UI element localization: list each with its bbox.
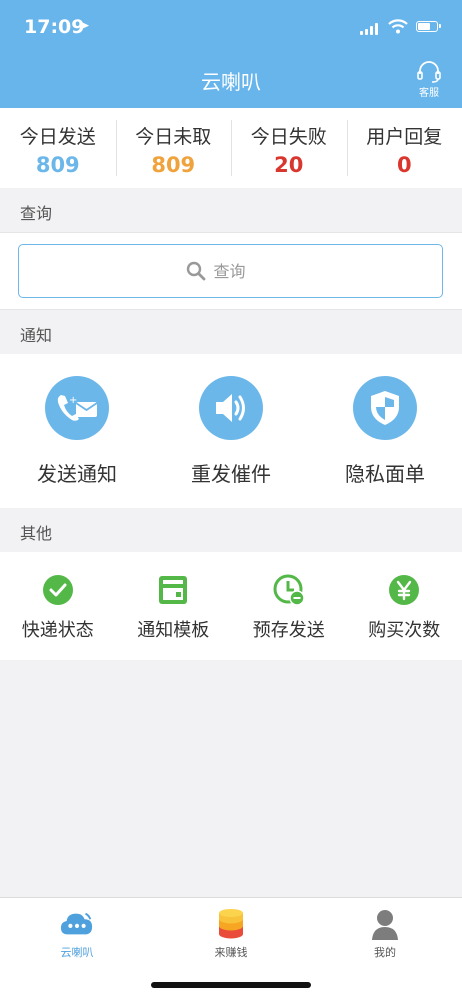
cloud-speaker-icon xyxy=(60,907,94,941)
other-label: 预存发送 xyxy=(252,620,325,641)
other-label: 快递状态 xyxy=(21,620,94,641)
stat-today-sent[interactable]: 今日发送 809 xyxy=(0,108,116,188)
other-panel: 快递状态 通知模板 预存发送 购买次数 xyxy=(0,552,462,660)
check-circle-icon xyxy=(42,574,74,606)
status-bar: 17:09 ➤ xyxy=(0,0,462,56)
service-label: 客服 xyxy=(419,88,439,99)
tab-label: 云喇叭 xyxy=(60,946,94,959)
headset-icon xyxy=(417,61,441,83)
user-icon xyxy=(368,907,402,941)
stat-value: 809 xyxy=(151,153,196,177)
resend-reminder-button[interactable]: 重发催件 xyxy=(154,354,308,508)
section-label-other: 其他 xyxy=(20,524,53,543)
search-icon xyxy=(186,261,206,281)
notify-label: 重发催件 xyxy=(191,462,271,486)
yen-icon xyxy=(388,574,420,606)
tab-label: 我的 xyxy=(374,946,396,959)
status-time: 17:09 xyxy=(24,16,85,38)
coins-icon xyxy=(214,907,248,941)
delivery-status-button[interactable]: 快递状态 xyxy=(0,552,116,660)
buy-credits-button[interactable]: 购买次数 xyxy=(347,552,462,660)
privacy-waybill-button[interactable]: 隐私面单 xyxy=(308,354,462,508)
stat-value: 20 xyxy=(274,153,304,177)
location-arrow-icon: ➤ xyxy=(78,18,90,34)
signal-icon xyxy=(360,22,382,35)
tab-mine[interactable]: 我的 xyxy=(308,898,462,1000)
other-label: 通知模板 xyxy=(137,620,210,641)
speaker-icon xyxy=(199,376,263,440)
stat-user-replies[interactable]: 用户回复 0 xyxy=(346,108,462,188)
customer-service-button[interactable]: 客服 xyxy=(412,60,446,99)
stat-value: 0 xyxy=(396,153,412,177)
tab-yunlaba[interactable]: 云喇叭 xyxy=(0,898,154,1000)
wifi-icon xyxy=(388,19,408,34)
app-header: 17:09 ➤ 云喇叭 客服 xyxy=(0,0,462,108)
search-input[interactable] xyxy=(211,260,276,282)
send-notice-button[interactable]: + 发送通知 xyxy=(0,354,154,508)
notice-template-button[interactable]: 通知模板 xyxy=(116,552,232,660)
stat-label: 用户回复 xyxy=(366,126,443,148)
home-indicator[interactable] xyxy=(151,982,311,988)
section-label-notify: 通知 xyxy=(20,326,53,345)
search-box[interactable] xyxy=(18,244,443,298)
search-section xyxy=(0,232,462,310)
stat-label: 今日失败 xyxy=(250,126,327,148)
stats-panel: 今日发送 809 今日未取 809 今日失败 20 用户回复 0 xyxy=(0,108,462,188)
battery-icon xyxy=(416,21,441,32)
notify-label: 隐私面单 xyxy=(345,462,425,486)
stat-value: 809 xyxy=(35,153,80,177)
shield-icon xyxy=(353,376,417,440)
notify-label: 发送通知 xyxy=(37,462,117,486)
notify-panel: + 发送通知 重发催件 隐私面单 xyxy=(0,354,462,508)
section-label-search: 查询 xyxy=(20,204,53,223)
clock-icon xyxy=(273,574,305,606)
stat-label: 今日未取 xyxy=(135,126,212,148)
phone-mail-icon: + xyxy=(45,376,109,440)
template-icon xyxy=(157,574,189,606)
tab-label: 来赚钱 xyxy=(214,946,248,959)
stat-today-unpicked[interactable]: 今日未取 809 xyxy=(115,108,232,188)
other-label: 购买次数 xyxy=(368,620,441,641)
stat-today-failed[interactable]: 今日失败 20 xyxy=(231,108,347,188)
scheduled-send-button[interactable]: 预存发送 xyxy=(231,552,347,660)
page-title: 云喇叭 xyxy=(201,70,261,94)
stat-label: 今日发送 xyxy=(19,126,96,148)
